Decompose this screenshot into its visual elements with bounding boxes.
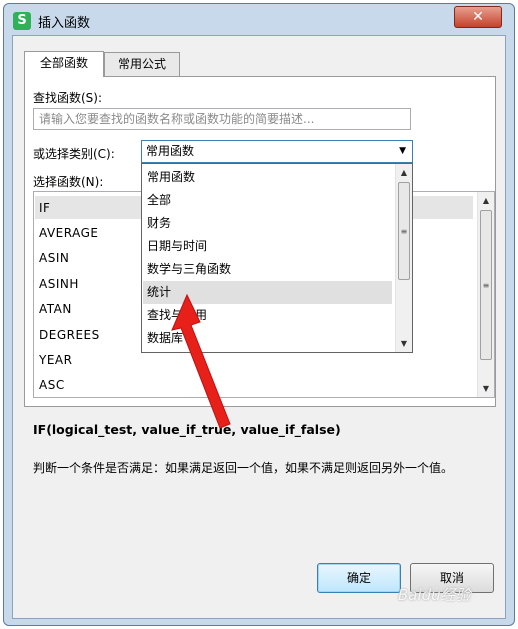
close-icon: ✕ [472,9,484,25]
wps-app-icon: S [13,12,31,30]
scroll-up-icon[interactable]: ▲ [396,164,412,181]
watermark: Baidu经验 [398,586,471,604]
tab-common-formulas[interactable]: 常用公式 [104,52,180,76]
category-option-math[interactable]: 数学与三角函数 [143,258,392,281]
category-option-datetime[interactable]: 日期与时间 [143,235,392,258]
scroll-down-icon[interactable]: ▼ [478,380,494,397]
category-label: 或选择类别(C): [33,147,115,161]
function-item-asinh[interactable]: ASINH [39,272,79,296]
title-bar[interactable]: S 插入函数 ✕ [4,4,514,36]
category-selected-value: 常用函数 [146,144,195,158]
function-description: 判断一个条件是否满足：如果满足返回一个值，如果不满足则返回另外一个值。 [33,461,454,475]
category-option-database[interactable]: 数据库 [143,327,392,350]
category-option-common[interactable]: 常用函数 [143,166,392,189]
dialog-body: 全部函数 常用公式 查找函数(S): 请输入您要查找的函数名称或函数功能的简要描… [12,35,506,619]
category-option-lookup[interactable]: 查找与引用 [143,304,392,327]
scrollbar-thumb[interactable]: ≡ [480,210,492,360]
chevron-down-icon[interactable]: ▼ [399,141,406,162]
search-label: 查找函数(S): [33,91,103,105]
scroll-up-icon[interactable]: ▲ [478,192,494,209]
function-list-label: 选择函数(N): [33,175,104,189]
function-list-scrollbar[interactable]: ▲ ≡ ▼ [477,192,494,397]
function-item-asin[interactable]: ASIN [39,246,69,270]
function-item-asc[interactable]: ASC [39,373,65,397]
ok-button[interactable]: 确定 [317,563,401,593]
function-item-average[interactable]: AVERAGE [39,221,98,245]
dropdown-scrollbar-thumb[interactable]: ≡ [398,182,410,280]
function-item-degrees[interactable]: DEGREES [39,323,100,347]
category-dropdown-list[interactable]: 常用函数 全部 财务 日期与时间 数学与三角函数 统计 查找与引用 数据库 ▲ … [141,163,413,353]
search-input[interactable]: 请输入您要查找的函数名称或函数功能的简要描述... [33,108,411,130]
function-item-atan[interactable]: ATAN [39,297,72,321]
tab-all-functions[interactable]: 全部函数 [24,51,104,77]
dropdown-scrollbar[interactable]: ▲ ≡ ▼ [395,164,412,352]
function-item-if[interactable]: IF [39,196,50,220]
category-option-finance[interactable]: 财务 [143,212,392,235]
function-syntax: IF(logical_test, value_if_true, value_if… [33,422,341,437]
function-item-year[interactable]: YEAR [39,348,72,372]
dialog-window: S 插入函数 ✕ 全部函数 常用公式 查找函数(S): 请输入您要查找的函数名称… [3,3,515,626]
close-button[interactable]: ✕ [454,6,502,28]
scroll-down-icon[interactable]: ▼ [396,335,412,352]
category-option-statistics[interactable]: 统计 [143,281,392,304]
category-option-all[interactable]: 全部 [143,189,392,212]
category-select[interactable]: 常用函数 ▼ [141,140,413,163]
window-title: 插入函数 [38,16,91,31]
